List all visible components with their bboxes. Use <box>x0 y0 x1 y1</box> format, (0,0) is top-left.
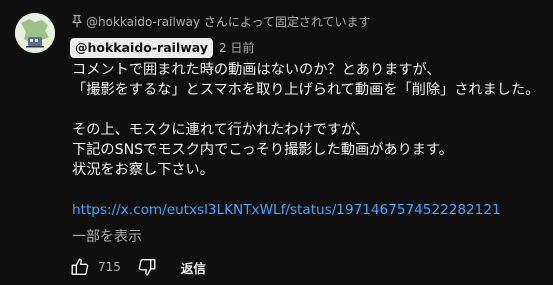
comment-timestamp[interactable]: 2 日前 <box>219 39 254 56</box>
comment-actions: 715 返信 <box>68 254 206 280</box>
comment-body: コメントで囲まれた時の動画はないのか？とありますが、 「撮影をするな」とスマホを… <box>72 60 547 220</box>
comment-line-blank <box>72 180 547 200</box>
pinned-indicator: @hokkaido-railway さんによって固定されています <box>71 12 371 30</box>
thumb-up-icon[interactable] <box>68 255 92 279</box>
read-more-button[interactable]: 一部を表示 <box>72 226 142 246</box>
comment-header: @hokkaido-railway 2 日前 <box>70 37 254 58</box>
comment-line: 「撮影をするな」とスマホを取り上げられて動画を「削除」されました。 <box>72 82 540 98</box>
comment-line: 下記のSNSでモスク内でこっそり撮影した動画があります。 <box>72 142 453 158</box>
comment-line: 状況をお察し下さい。 <box>72 162 214 178</box>
avatar-image <box>15 13 55 53</box>
comment-link[interactable]: https://x.com/eutxsl3LKNTxWLf/status/197… <box>72 202 501 218</box>
comment-thread: @hokkaido-railway さんによって固定されています @hokkai… <box>0 0 553 285</box>
like-count: 715 <box>98 260 121 274</box>
reply-button[interactable]: 返信 <box>181 258 206 277</box>
pin-icon <box>71 14 83 28</box>
comment-line: その上、モスクに連れて行かれたわけですが、 <box>72 122 370 138</box>
pinned-text: @hokkaido-railway さんによって固定されています <box>86 14 371 29</box>
comment-line-blank <box>72 100 547 120</box>
avatar[interactable] <box>15 13 55 53</box>
thumb-down-icon[interactable] <box>135 255 159 279</box>
comment-line: コメントで囲まれた時の動画はないのか？とありますが、 <box>72 62 441 78</box>
author-handle[interactable]: @hokkaido-railway <box>70 37 213 58</box>
